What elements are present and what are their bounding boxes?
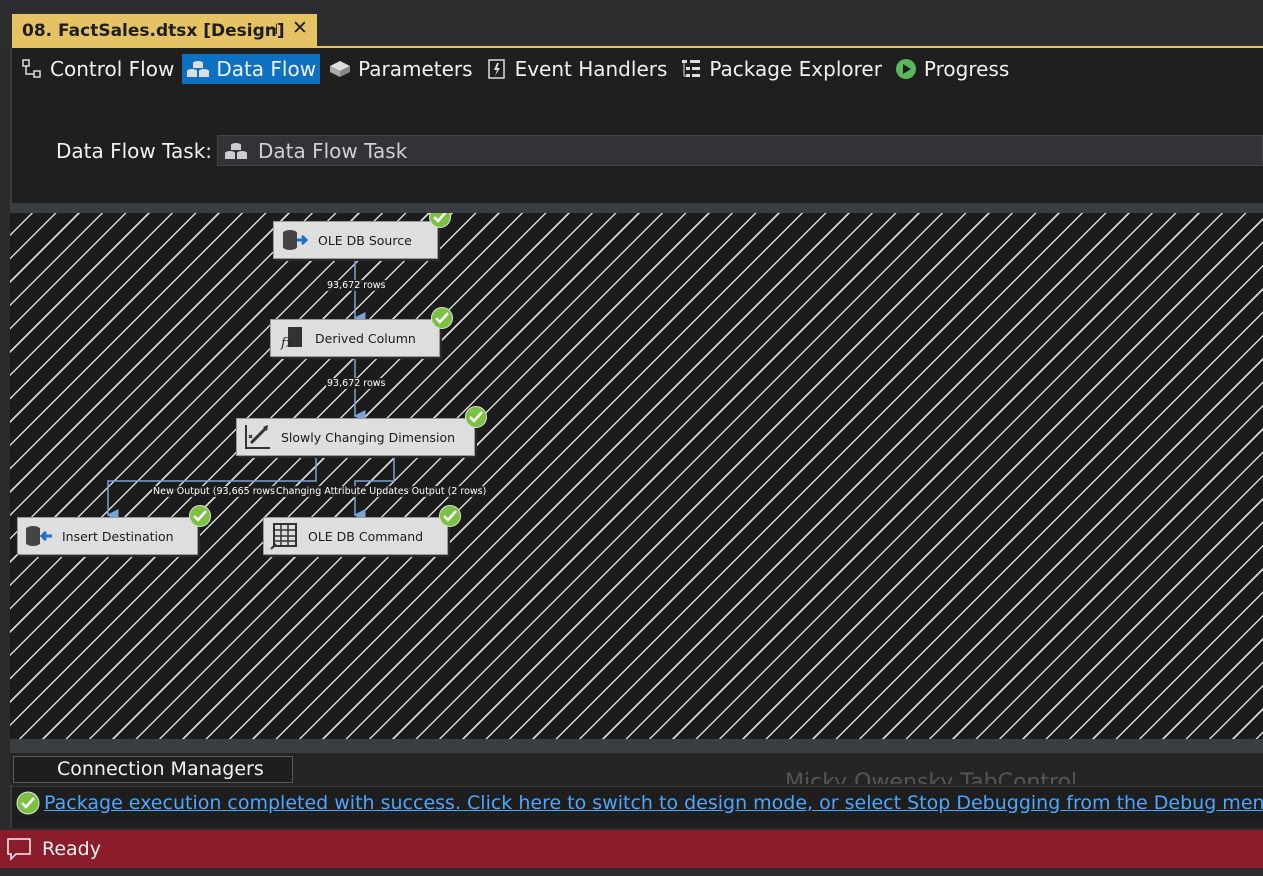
data-flow-task-label: Data Flow Task: [56, 139, 213, 163]
success-check-icon [439, 505, 461, 527]
component-insert-destination[interactable]: Insert Destination [17, 517, 198, 555]
component-ole-db-source[interactable]: OLE DB Source [273, 221, 438, 259]
tab-event-handlers-label: Event Handlers [514, 57, 668, 81]
tab-control-flow-label: Control Flow [50, 57, 175, 81]
designer-tab-bar: Control Flow Data Flow Parameters Event … [16, 53, 1017, 85]
ole-db-source-label: OLE DB Source [318, 232, 412, 248]
ole-db-command-label: OLE DB Command [308, 528, 424, 544]
ole-db-source-icon [280, 225, 310, 255]
control-flow-icon [20, 58, 44, 80]
data-flow-task-dropdown[interactable]: Data Flow Task [217, 135, 1263, 166]
tab-package-explorer[interactable]: Package Explorer [675, 54, 886, 84]
path-label-derived-to-scd[interactable]: 93,672 rows [326, 378, 387, 389]
success-check-icon [431, 307, 453, 329]
document-tab-title: 08. FactSales.dtsx [Design] [22, 20, 285, 41]
design-surface-bottom-border [10, 739, 1263, 753]
notification-icon[interactable] [6, 837, 32, 861]
tab-data-flow-label: Data Flow [216, 57, 317, 81]
data-flow-paths [106, 259, 395, 521]
derived-column-icon: fx [277, 323, 307, 353]
success-check-icon [16, 791, 40, 815]
slowly-changing-dimension-icon [243, 422, 273, 452]
destination-icon [24, 521, 54, 551]
execution-info-bar: Package execution completed with success… [12, 786, 1263, 818]
path-label-new-output[interactable]: New Output (93,665 rows) [152, 486, 280, 497]
data-flow-design-surface[interactable]: 93,672 rows 93,672 rows New Output (93,6… [10, 213, 1263, 739]
status-bar: Ready [0, 830, 1263, 868]
status-text: Ready [42, 838, 101, 860]
component-slowly-changing-dimension[interactable]: Slowly Changing Dimension [236, 418, 475, 456]
tab-progress-label: Progress [923, 57, 1010, 81]
derived-column-label: Derived Column [315, 330, 416, 346]
tab-progress[interactable]: Progress [890, 54, 1013, 84]
component-derived-column[interactable]: fx Derived Column [270, 319, 440, 357]
component-ole-db-command[interactable]: OLE DB Command [263, 517, 448, 555]
tab-data-flow[interactable]: Data Flow [182, 54, 321, 84]
ssis-designer-window: 08. FactSales.dtsx [Design] ⊣ ✕ Control … [0, 0, 1263, 876]
data-flow-task-icon [224, 141, 248, 161]
slowly-changing-dimension-label: Slowly Changing Dimension [281, 429, 456, 445]
success-check-icon [189, 505, 211, 527]
pin-icon[interactable]: ⊣ [265, 20, 278, 38]
close-icon[interactable]: ✕ [292, 17, 308, 39]
ole-db-command-icon [270, 521, 300, 551]
data-flow-task-value: Data Flow Task [258, 138, 408, 163]
parameters-icon [328, 58, 352, 80]
tab-package-explorer-label: Package Explorer [709, 57, 882, 81]
tab-control-flow[interactable]: Control Flow [16, 54, 178, 84]
data-flow-icon [186, 58, 210, 80]
tab-parameters[interactable]: Parameters [324, 54, 476, 84]
package-explorer-icon [679, 58, 703, 80]
tab-parameters-label: Parameters [358, 57, 473, 81]
document-tab[interactable]: 08. FactSales.dtsx [Design] ⊣ ✕ [12, 14, 317, 47]
connection-managers-tab[interactable]: Connection Managers [13, 756, 293, 783]
event-handlers-icon [485, 58, 509, 80]
tab-event-handlers[interactable]: Event Handlers [481, 54, 672, 84]
success-check-icon [465, 406, 487, 428]
progress-icon [894, 58, 918, 80]
tab-control-watermark: Micky Owensky TabControl [785, 770, 1078, 784]
path-label-source-to-derived[interactable]: 93,672 rows [326, 280, 387, 291]
design-surface-top-border [10, 203, 1263, 213]
switch-to-design-mode-link[interactable]: Package execution completed with success… [44, 792, 1263, 814]
path-label-changing-output[interactable]: Changing Attribute Updates Output (2 row… [275, 486, 488, 497]
svg-text:fx: fx [280, 336, 294, 351]
window-bottom-edge [0, 868, 1263, 876]
insert-destination-label: Insert Destination [62, 528, 174, 544]
